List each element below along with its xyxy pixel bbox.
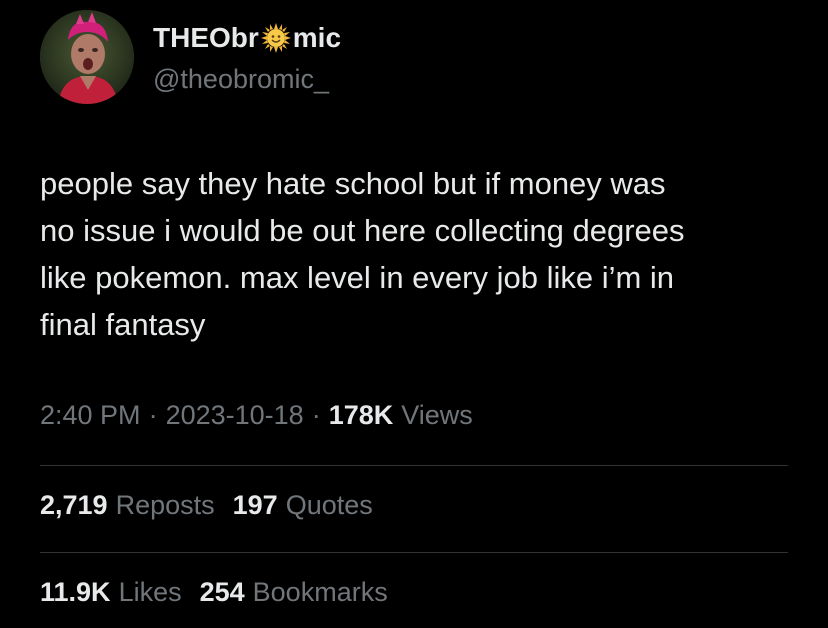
likes-label: Likes — [118, 577, 182, 607]
reposts-count: 2,719 — [40, 490, 108, 520]
reposts-label: Reposts — [115, 490, 215, 520]
separator-dot: · — [311, 400, 321, 430]
display-name-part1: THEObr — [153, 22, 259, 53]
views-count: 178K — [328, 400, 394, 430]
user-handle[interactable]: @theobromic_ — [153, 64, 329, 95]
quotes-count: 197 — [232, 490, 278, 520]
divider — [40, 552, 788, 553]
sun-icon — [260, 22, 292, 54]
quotes-label: Quotes — [285, 490, 373, 520]
reposts-stat[interactable]: 2,719 Reposts — [40, 490, 215, 521]
bookmarks-label: Bookmarks — [252, 577, 388, 607]
likes-stat[interactable]: 11.9K Likes — [40, 577, 182, 608]
tweet-text: people say they hate school but if money… — [40, 160, 800, 348]
tweet-text-line: like pokemon. max level in every job lik… — [40, 260, 675, 295]
display-name-part2: mic — [292, 22, 342, 53]
tweet-time[interactable]: 2:40 PM — [40, 400, 141, 431]
tweet-text-line: people say they hate school but if money… — [40, 166, 666, 201]
tweet-date[interactable]: 2023-10-18 — [166, 400, 304, 431]
tweet-text-line: no issue i would be out here collecting … — [40, 213, 685, 248]
likes-count: 11.9K — [40, 577, 111, 607]
bookmarks-stat[interactable]: 254 Bookmarks — [200, 577, 388, 608]
separator-dot: · — [148, 400, 158, 430]
engagement-stats-row: 11.9K Likes 254 Bookmarks — [40, 577, 406, 608]
divider — [40, 465, 788, 466]
profile-avatar-icon — [40, 10, 134, 104]
tweet-header: THEObr mic @theobromic_ — [40, 10, 800, 106]
engagement-stats-row: 2,719 Reposts 197 Quotes — [40, 490, 391, 521]
display-name[interactable]: THEObr mic — [153, 20, 341, 56]
views-label: Views — [401, 400, 473, 430]
tweet-metadata: 2:40 PM · 2023-10-18 · 178K Views — [40, 400, 473, 431]
bookmarks-count: 254 — [199, 577, 245, 607]
tweet-text-line: final fantasy — [40, 307, 206, 342]
avatar[interactable] — [40, 10, 134, 104]
quotes-stat[interactable]: 197 Quotes — [233, 490, 373, 521]
